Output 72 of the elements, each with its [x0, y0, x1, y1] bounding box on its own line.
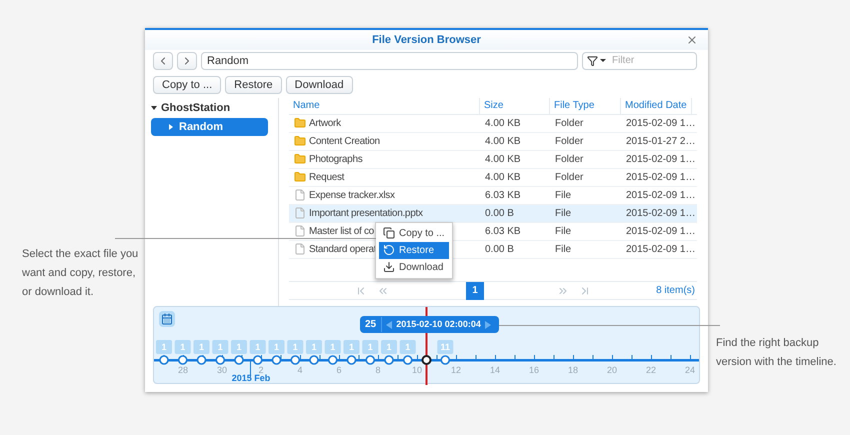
file-name: Content Creation [309, 134, 380, 149]
table-cell-text: 2015-01-27 2… [625, 134, 692, 149]
day-label: 20 [607, 365, 617, 376]
day-label: 24 [685, 365, 695, 376]
toolbar-button[interactable]: Copy to ... [153, 76, 222, 94]
table-cell-text: Folder [554, 152, 584, 167]
table-cell-text: 2015-02-09 1… [625, 170, 692, 185]
table-cell-text: File [554, 242, 572, 257]
page-button[interactable]: 1 [466, 282, 484, 300]
day-label: 22 [646, 365, 656, 376]
day-label: 12 [451, 365, 461, 376]
table-cell-text: 6.03 KB [484, 188, 522, 203]
table-cell-text: 2015-02-09 1… [625, 116, 692, 131]
file-name: Expense tracker.xlsx [309, 188, 395, 203]
left-caption: Select the exact file you want and copy, restore, or download it. [22, 247, 139, 300]
table-cell-text: 4.00 KB [484, 116, 522, 131]
item-count: 8 item(s) [656, 284, 695, 298]
day-label: 28 [178, 365, 188, 376]
table-cell-text: 2015-02-09 1… [625, 206, 692, 221]
menu-item[interactable]: Copy to ... [379, 224, 449, 242]
version-count: 25 [360, 317, 382, 332]
day-label: 30 [217, 365, 227, 376]
day-label: 10 [412, 365, 422, 376]
file-row[interactable]: Important presentation.pptx 0.00 B File 2015-02-09 1… [289, 204, 697, 223]
path-field[interactable]: Random [201, 52, 578, 70]
table-cell-text: 0.00 B [484, 242, 515, 257]
file-name: Important presentation.pptx [309, 206, 423, 221]
day-label: 2 [258, 365, 264, 376]
table-cell-text: 4.00 KB [484, 134, 522, 149]
window-title: File Version Browser [372, 32, 481, 48]
day-label: 8 [376, 365, 380, 376]
table-cell-text: 2015-02-09 1… [625, 188, 692, 203]
day-label: 16 [529, 365, 539, 376]
table-cell-text: File [554, 206, 572, 221]
day-label: 14 [490, 365, 500, 376]
day-label: 18 [568, 365, 578, 376]
file-name: Master list of co [309, 224, 374, 239]
table-cell-text: Folder [554, 170, 584, 185]
table-cell-text: 4.00 KB [484, 152, 522, 167]
column-header[interactable]: Size [480, 98, 550, 114]
table-cell-text: 0.00 B [484, 206, 515, 221]
day-label: 4 [298, 365, 302, 376]
right-caption: Find the right backup version with the timeline. [716, 336, 838, 370]
table-cell-text: 2015-02-09 1… [625, 242, 692, 257]
file-row[interactable]: Content Creation 4.00 KB Folder 2015-01-27 2… [289, 132, 697, 151]
month-label: 2015 Feb [232, 373, 270, 384]
filter-input[interactable]: Filter [612, 53, 692, 68]
table-cell-text: Folder [554, 134, 584, 149]
toolbar-button[interactable]: Restore [225, 76, 282, 94]
table-cell-text: 4.00 KB [484, 170, 522, 185]
table-cell-text: 2015-02-09 1… [625, 152, 692, 167]
file-row[interactable]: Photographs 4.00 KB Folder 2015-02-09 1… [289, 150, 697, 169]
file-name: Request [309, 170, 344, 185]
column-header[interactable]: File Type [550, 98, 621, 114]
toolbar-button[interactable]: Download [286, 76, 353, 94]
file-row[interactable]: Request 4.00 KB Folder 2015-02-09 1… [289, 168, 697, 187]
day-label: 6 [336, 365, 342, 376]
tree-item[interactable]: Random [151, 118, 268, 136]
column-header[interactable]: Modified Date [621, 98, 692, 114]
file-name: Artwork [309, 116, 341, 131]
table-cell-text: File [554, 188, 572, 203]
menu-item[interactable]: Restore [379, 242, 449, 259]
filter-field[interactable]: Filter [582, 52, 697, 70]
tree-root[interactable]: GhostStation [161, 100, 230, 116]
column-header[interactable]: Name [289, 98, 480, 114]
table-cell-text: 2015-02-09 1… [625, 224, 692, 239]
table-cell-text: Folder [554, 116, 584, 131]
table-cell-text: 6.03 KB [484, 224, 522, 239]
menu-item[interactable]: Download [379, 258, 449, 276]
file-name: Photographs [309, 152, 362, 167]
file-row[interactable]: Artwork 4.00 KB Folder 2015-02-09 1… [289, 114, 697, 133]
table-cell-text: File [554, 224, 572, 239]
